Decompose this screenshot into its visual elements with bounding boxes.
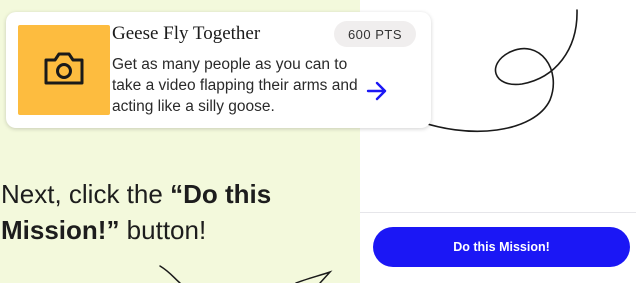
mission-thumbnail — [18, 25, 110, 115]
instruction-prefix: Next, click the — [1, 179, 171, 209]
do-this-mission-button[interactable]: Do this Mission! — [373, 227, 630, 267]
arrow-right-icon[interactable] — [363, 77, 391, 105]
mission-description: Get as many people as you can to take a … — [112, 56, 358, 115]
mission-card[interactable]: Geese Fly Together 600 PTS Get as many p… — [6, 12, 431, 128]
points-badge: 600 PTS — [334, 21, 416, 47]
instruction-text: Next, click the “Do this Mission!” butto… — [1, 176, 331, 248]
camera-icon — [42, 49, 86, 92]
instruction-suffix: button! — [119, 215, 207, 245]
mission-title: Geese Fly Together — [112, 23, 261, 44]
